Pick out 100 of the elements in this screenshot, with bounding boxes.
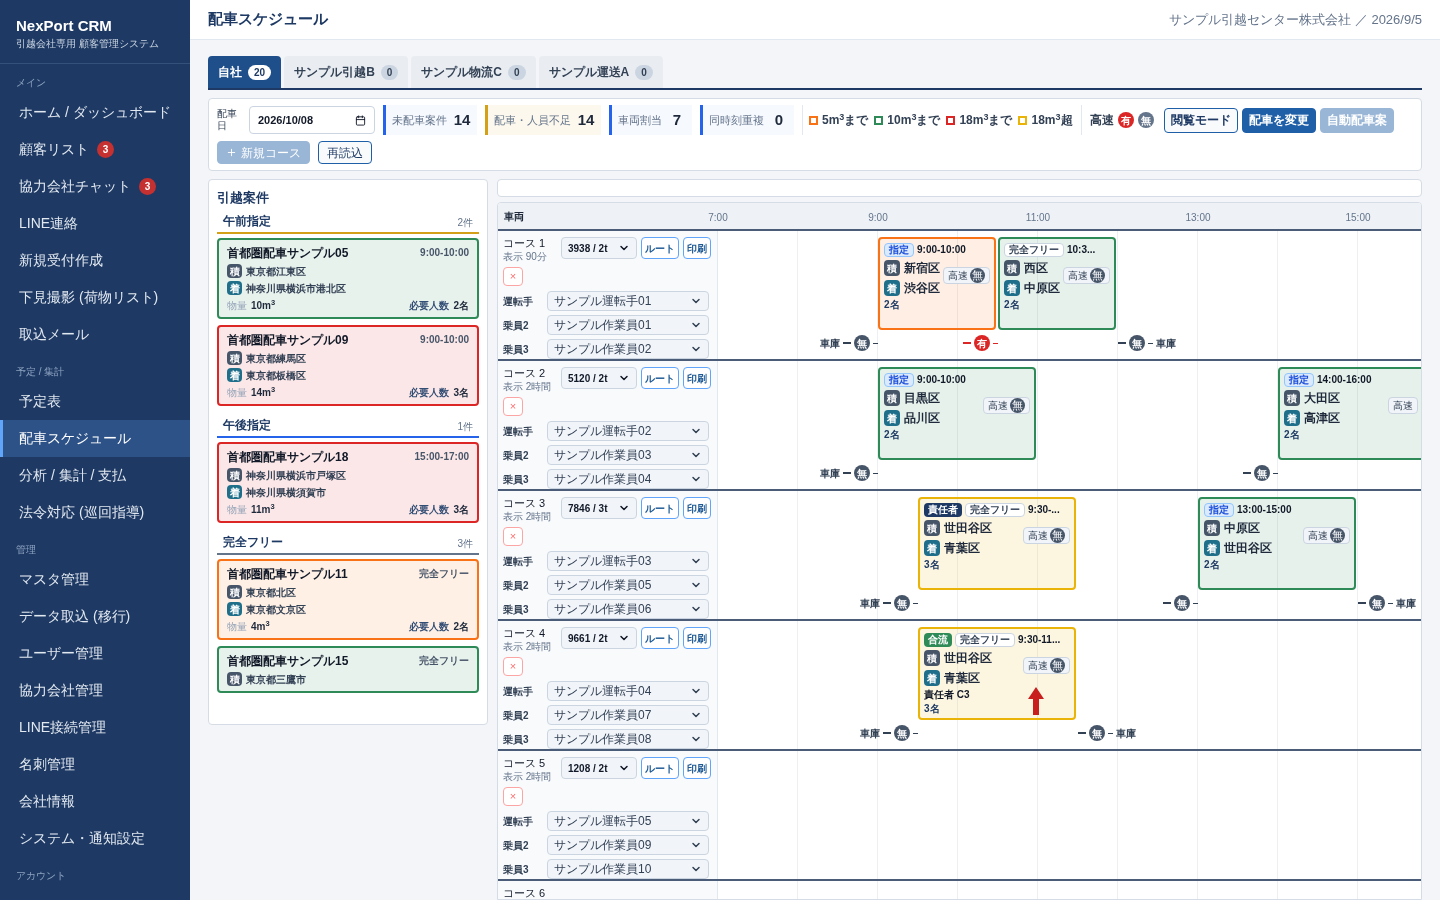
highway-button[interactable]: 高速 無 bbox=[1023, 527, 1070, 544]
nav-item[interactable]: ホーム / ダッシュボード bbox=[0, 94, 190, 131]
schedule-job[interactable]: 完全フリー 10:3... 積 西区 着 中原区 2名 高速 無 bbox=[998, 237, 1116, 330]
staff-select[interactable]: サンプル運転手01 bbox=[547, 291, 709, 311]
staff-select[interactable]: サンプル作業員01 bbox=[547, 315, 709, 335]
nav-item[interactable]: ユーザー管理 bbox=[0, 635, 190, 672]
nav-item[interactable]: 協力会社チャット 3 bbox=[0, 168, 190, 205]
job-card[interactable]: 首都圏配車サンプル18 15:00-17:00 積 神奈川県横浜市戸塚区 着 神奈川県横須賀市 物量 11m$^{3}$ 必要人数 3名 bbox=[217, 441, 479, 523]
company-tab[interactable]: 自社 20 bbox=[208, 56, 282, 88]
vehicle-select[interactable]: 9661 / 2t bbox=[561, 627, 637, 649]
group-title: 午前指定 bbox=[223, 212, 271, 230]
staff-select[interactable]: サンプル運転手02 bbox=[547, 421, 709, 441]
crew-value: 3名 bbox=[453, 385, 469, 400]
nav-item[interactable]: 分析 / 集計 / 支払 bbox=[0, 457, 190, 494]
nav-item[interactable]: システム・通知設定 bbox=[0, 820, 190, 857]
company-tab[interactable]: サンプル運送A 0 bbox=[538, 56, 663, 88]
unload-tag: 着 bbox=[884, 280, 900, 296]
legend-label: 5m$^{3}$まで bbox=[822, 111, 869, 129]
highway-button[interactable]: 高速 無 bbox=[943, 267, 990, 284]
job-card[interactable]: 首都圏配車サンプル09 9:00-10:00 積 東京都練馬区 着 東京都板橋区 物量 14m$^{3}$ 必要人数 3名 bbox=[217, 324, 479, 406]
schedule-job[interactable]: 合流 完全フリー 9:30-11... 積 世田谷区 着 青葉区 責任者 C3 3名 高速 無 bbox=[918, 627, 1076, 720]
print-button[interactable]: 印刷 bbox=[683, 367, 711, 389]
staff-role: 運転手 bbox=[503, 424, 534, 439]
staff-select[interactable]: サンプル運転手04 bbox=[547, 681, 709, 701]
vehicle-select[interactable]: 5120 / 2t bbox=[561, 367, 637, 389]
staff-select[interactable]: サンプル作業員09 bbox=[547, 835, 709, 855]
vehicle-select[interactable]: 3938 / 2t bbox=[561, 237, 637, 259]
company-tab[interactable]: サンプル物流C 0 bbox=[411, 56, 536, 88]
staff-select[interactable]: サンプル作業員10 bbox=[547, 859, 709, 879]
highway-mark: 無 bbox=[1129, 335, 1145, 351]
schedule-job[interactable]: 指定 9:00-10:00 積 新宿区 着 渋谷区 2名 高速 無 bbox=[878, 237, 996, 330]
nav-item[interactable]: 新規受付作成 bbox=[0, 242, 190, 279]
nav-item[interactable]: 協力会社管理 bbox=[0, 672, 190, 709]
staff-select[interactable]: サンプル作業員06 bbox=[547, 599, 709, 619]
nav-item[interactable]: 取込メール bbox=[0, 316, 190, 353]
staff-select[interactable]: サンプル作業員05 bbox=[547, 575, 709, 595]
print-button[interactable]: 印刷 bbox=[683, 497, 711, 519]
nav-item[interactable]: 下見撮影 (荷物リスト) bbox=[0, 279, 190, 316]
print-button[interactable]: 印刷 bbox=[683, 237, 711, 259]
nav-item[interactable]: マスタ管理 bbox=[0, 561, 190, 598]
job-card[interactable]: 首都圏配車サンプル05 9:00-10:00 積 東京都江東区 着 神奈川県横浜市港北区 物量 10m$^{3}$ 必要人数 2名 bbox=[217, 237, 479, 319]
crew-label: 必要人数 bbox=[409, 385, 450, 400]
hour-label: 15:00 bbox=[1345, 211, 1371, 225]
toolbar-button[interactable]: 配車を変更 bbox=[1241, 107, 1316, 133]
highway-button[interactable]: 高速 無 bbox=[1023, 657, 1070, 674]
nav-item[interactable]: 配車スケジュール bbox=[0, 420, 190, 457]
route-button[interactable]: ルート bbox=[641, 367, 679, 389]
course-name: コース 6 bbox=[503, 886, 547, 899]
highway-mark: 有 bbox=[974, 335, 990, 351]
vehicle-select[interactable]: 1208 / 2t bbox=[561, 757, 637, 779]
job-tag: 完全フリー bbox=[1004, 242, 1064, 257]
stat-value: 14 bbox=[452, 109, 472, 130]
highway-button[interactable]: 高速 bbox=[1388, 397, 1418, 414]
load-tag: 積 bbox=[227, 585, 242, 599]
staff-select[interactable]: サンプル作業員08 bbox=[547, 729, 709, 749]
nav-item[interactable]: LINE連絡 bbox=[0, 205, 190, 242]
staff-select[interactable]: サンプル作業員07 bbox=[547, 705, 709, 725]
nav-item[interactable]: LINE接続管理 bbox=[0, 709, 190, 746]
route-button[interactable]: ルート bbox=[641, 627, 679, 649]
date-field[interactable]: 2026/10/08 bbox=[249, 106, 375, 134]
highway-button[interactable]: 高速 無 bbox=[1303, 527, 1350, 544]
schedule-job[interactable]: 責任者 完全フリー 9:30-... 積 世田谷区 着 青葉区 3名 高速 無 bbox=[918, 497, 1076, 590]
schedule-job[interactable]: 指定 14:00-16:00 積 大田区 着 高津区 2名 高速 bbox=[1278, 367, 1421, 460]
job-card[interactable]: 首都圏配車サンプル11 完全フリー 積 東京都北区 着 東京都文京区 物量 4m$^{3}$ 必要人数 2名 bbox=[217, 558, 479, 640]
company-date: サンプル引越センター株式会社 ／ 2026/9/5 bbox=[1169, 10, 1422, 29]
legend-label: 10m$^{3}$まで bbox=[887, 111, 941, 129]
route-button[interactable]: ルート bbox=[641, 497, 679, 519]
nav-item[interactable]: 顧客リスト 3 bbox=[0, 131, 190, 168]
print-button[interactable]: 印刷 bbox=[683, 757, 711, 779]
legend-label: 18m$^{3}$超 bbox=[1031, 111, 1073, 129]
highway-button[interactable]: 高速 無 bbox=[1063, 267, 1110, 284]
route-button[interactable]: ルート bbox=[641, 237, 679, 259]
staff-select[interactable]: サンプル作業員03 bbox=[547, 445, 709, 465]
nav-item[interactable]: 会社情報 bbox=[0, 783, 190, 820]
nav-item[interactable]: 名刺管理 bbox=[0, 746, 190, 783]
action-button[interactable]: 再読込 bbox=[318, 141, 372, 164]
depot-label: 車庫 bbox=[860, 726, 880, 741]
stat-value: 14 bbox=[576, 109, 596, 130]
nav-item[interactable]: データ取込 (移行) bbox=[0, 598, 190, 635]
schedule-job[interactable]: 指定 13:00-15:00 積 中原区 着 世田谷区 2名 高速 無 bbox=[1198, 497, 1356, 590]
calendar-icon bbox=[355, 114, 366, 126]
highway-mark: 無 bbox=[894, 595, 910, 611]
print-button[interactable]: 印刷 bbox=[683, 627, 711, 649]
toolbar-button[interactable]: 閲覧モード bbox=[1163, 107, 1238, 133]
highway-button[interactable]: 高速 無 bbox=[983, 397, 1030, 414]
vehicle-select[interactable]: 7846 / 3t bbox=[561, 497, 637, 519]
job-card[interactable]: 首都圏配車サンプル15 完全フリー 積 東京都三鷹市 bbox=[217, 645, 479, 693]
company-tab[interactable]: サンプル引越B 0 bbox=[284, 56, 409, 88]
load-area: 新宿区 bbox=[904, 259, 940, 277]
schedule-job[interactable]: 指定 9:00-10:00 積 目黒区 着 品川区 2名 高速 無 bbox=[878, 367, 1036, 460]
depot-label: 車庫 bbox=[820, 466, 840, 481]
staff-select[interactable]: サンプル運転手05 bbox=[547, 811, 709, 831]
staff-select[interactable]: サンプル作業員02 bbox=[547, 339, 709, 359]
crew-count: 2名 bbox=[884, 429, 901, 441]
load-area: 世田谷区 bbox=[944, 519, 992, 537]
staff-select[interactable]: サンプル作業員04 bbox=[547, 469, 709, 489]
staff-select[interactable]: サンプル運転手03 bbox=[547, 551, 709, 571]
nav-item[interactable]: 予定表 bbox=[0, 383, 190, 420]
route-button[interactable]: ルート bbox=[641, 757, 679, 779]
nav-item[interactable]: 法令対応 (巡回指導) bbox=[0, 494, 190, 531]
